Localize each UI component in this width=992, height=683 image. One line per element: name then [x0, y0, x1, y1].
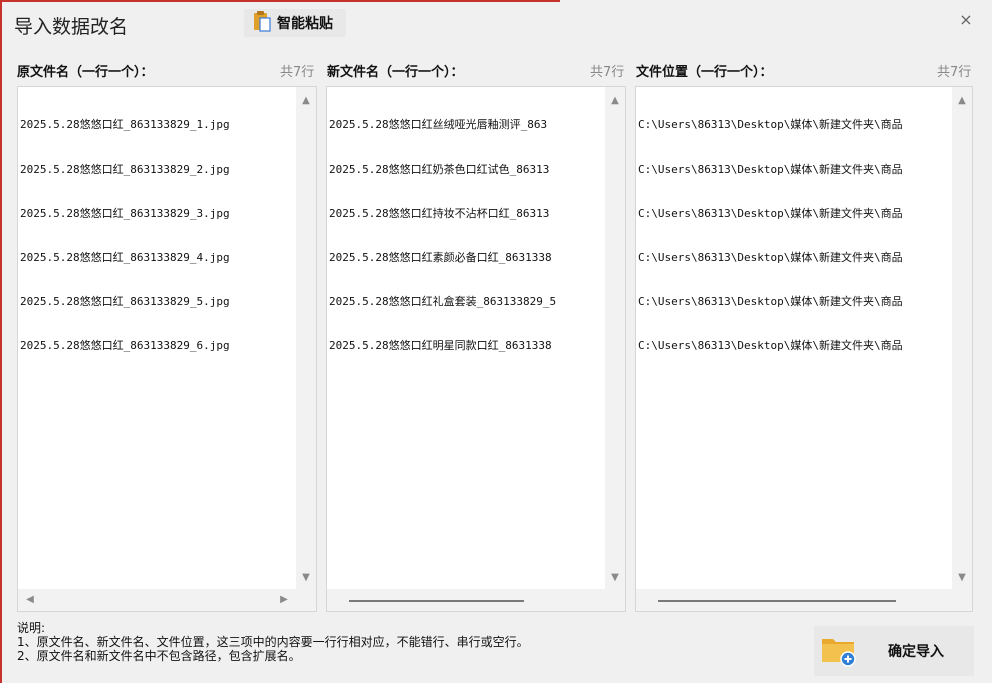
file-location-header: 文件位置（一行一个）：: [636, 65, 773, 80]
scroll-left-icon[interactable]: ◀: [20, 594, 40, 605]
file-location-textarea[interactable]: C:\Users\86313\Desktop\媒体\新建文件夹\商品 C:\Us…: [635, 86, 973, 612]
list-item: 2025.5.28悠悠口红奶茶色口红试色_86313: [329, 162, 550, 176]
list-item: C:\Users\86313\Desktop\媒体\新建文件夹\商品: [638, 250, 903, 264]
smart-paste-label: 智能粘贴: [277, 16, 333, 32]
confirm-import-label: 确定导入: [888, 644, 944, 660]
new-name-count: 共7行: [590, 65, 625, 80]
window-border-top: [0, 0, 560, 2]
instructions-line-2: 2、原文件名和新文件名中不包含路径，包含扩展名。: [17, 649, 301, 663]
list-item: 2025.5.28悠悠口红_863133829_5.jpg: [20, 294, 230, 308]
list-item: 2025.5.28悠悠口红素颜必备口红_8631338: [329, 250, 552, 264]
list-item: 2025.5.28悠悠口红明星同款口红_8631338: [329, 338, 552, 352]
list-item: 2025.5.28悠悠口红_863133829_2.jpg: [20, 162, 230, 176]
vertical-scrollbar[interactable]: ▲ ▼: [605, 87, 625, 611]
scroll-down-icon[interactable]: ▼: [296, 572, 316, 583]
instructions-line-1: 1、原文件名、新文件名、文件位置，这三项中的内容要一行行相对应，不能错行、串行或…: [17, 635, 529, 649]
clipboard-icon: [252, 10, 272, 36]
new-name-lines: 2025.5.28悠悠口红丝绒哑光唇釉测评_863 2025.5.28悠悠口红奶…: [329, 89, 556, 383]
list-item: 2025.5.28悠悠口红礼盒套装_863133829_5: [329, 294, 557, 308]
scroll-up-icon[interactable]: ▲: [605, 95, 625, 106]
file-location-lines: C:\Users\86313\Desktop\媒体\新建文件夹\商品 C:\Us…: [638, 89, 903, 383]
smart-paste-button[interactable]: 智能粘贴: [244, 9, 346, 37]
folder-add-icon: [820, 631, 858, 671]
original-name-lines: 2025.5.28悠悠口红_863133829_1.jpg 2025.5.28悠…: [20, 89, 230, 383]
instructions-title: 说明:: [17, 621, 46, 635]
scrollbar-thumb[interactable]: [658, 600, 896, 602]
new-name-textarea[interactable]: 2025.5.28悠悠口红丝绒哑光唇釉测评_863 2025.5.28悠悠口红奶…: [326, 86, 626, 612]
list-item: 2025.5.28悠悠口红丝绒哑光唇釉测评_863: [329, 118, 548, 132]
list-item: C:\Users\86313\Desktop\媒体\新建文件夹\商品: [638, 338, 903, 352]
scroll-right-icon[interactable]: ▶: [274, 594, 294, 605]
scroll-down-icon[interactable]: ▼: [605, 572, 625, 583]
list-item: C:\Users\86313\Desktop\媒体\新建文件夹\商品: [638, 162, 903, 176]
scroll-up-icon[interactable]: ▲: [952, 95, 972, 106]
list-item: C:\Users\86313\Desktop\媒体\新建文件夹\商品: [638, 118, 903, 132]
horizontal-scrollbar[interactable]: ◀ ▶: [18, 589, 296, 611]
window-border-left: [0, 0, 2, 683]
scroll-down-icon[interactable]: ▼: [952, 572, 972, 583]
file-location-count: 共7行: [937, 65, 972, 80]
vertical-scrollbar[interactable]: ▲ ▼: [952, 87, 972, 611]
horizontal-scrollbar[interactable]: [327, 589, 605, 611]
original-name-header: 原文件名（一行一个）：: [17, 65, 154, 80]
list-item: 2025.5.28悠悠口红_863133829_6.jpg: [20, 338, 230, 352]
instructions: 说明: 1、原文件名、新文件名、文件位置，这三项中的内容要一行行相对应，不能错行…: [17, 621, 529, 663]
list-item: C:\Users\86313\Desktop\媒体\新建文件夹\商品: [638, 206, 903, 220]
dialog-title: 导入数据改名: [14, 16, 129, 38]
list-item: 2025.5.28悠悠口红持妆不沾杯口红_86313: [329, 206, 550, 220]
original-name-textarea[interactable]: 2025.5.28悠悠口红_863133829_1.jpg 2025.5.28悠…: [17, 86, 317, 612]
scrollbar-thumb[interactable]: [349, 600, 524, 602]
confirm-import-button[interactable]: 确定导入: [814, 626, 974, 676]
list-item: 2025.5.28悠悠口红_863133829_3.jpg: [20, 206, 230, 220]
original-name-count: 共7行: [280, 65, 315, 80]
vertical-scrollbar[interactable]: ▲ ▼: [296, 87, 316, 611]
list-item: 2025.5.28悠悠口红_863133829_1.jpg: [20, 118, 230, 132]
horizontal-scrollbar[interactable]: [636, 589, 952, 611]
scroll-up-icon[interactable]: ▲: [296, 95, 316, 106]
list-item: 2025.5.28悠悠口红_863133829_4.jpg: [20, 250, 230, 264]
new-name-header: 新文件名（一行一个）：: [327, 65, 464, 80]
list-item: C:\Users\86313\Desktop\媒体\新建文件夹\商品: [638, 294, 903, 308]
close-icon[interactable]: ×: [956, 10, 976, 30]
